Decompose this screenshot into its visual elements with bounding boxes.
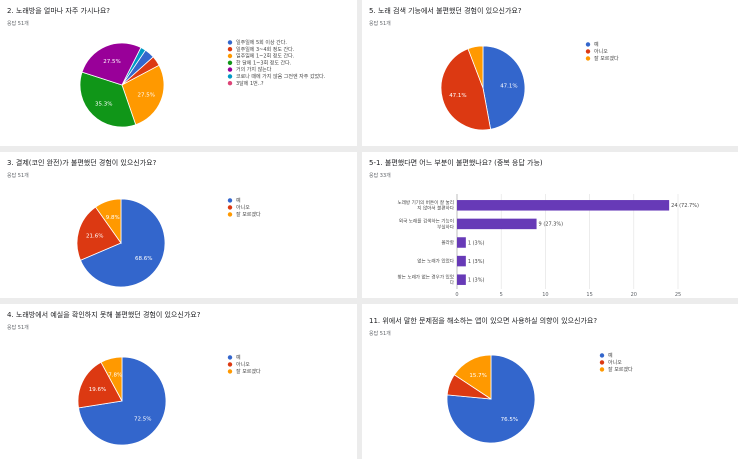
category-label: 다	[450, 279, 455, 286]
legend-swatch	[227, 53, 233, 59]
slice-label: 9.8%	[106, 215, 120, 221]
slice-label: 68.6%	[135, 256, 152, 262]
category-label: 찾는 노래가 없는 경우가 있었	[397, 274, 454, 281]
bar-value-label: 1 (3%)	[468, 278, 485, 284]
x-tick-label: 20	[631, 292, 637, 298]
legend-swatch	[227, 362, 233, 367]
bar-5	[457, 274, 466, 285]
legend-label: 예	[608, 352, 613, 359]
pie-chart: 68.6% 21.6% 9.8% 예아니오잘 모르겠다	[76, 197, 261, 288]
slice-label: 47.1%	[500, 84, 517, 90]
legend-swatch	[227, 212, 233, 217]
legend-label: 거의 가지 않는다	[236, 66, 272, 73]
legend-swatch	[227, 40, 233, 45]
legend-label: 아니오	[608, 359, 622, 366]
bar-value-label: 9 (27.3%)	[539, 222, 564, 228]
category-label: 부실하다	[437, 223, 455, 230]
legend-label: 한 달에 1~3회 정도 간다.	[236, 59, 292, 66]
x-tick-label: 0	[455, 292, 458, 298]
legend-label: 예	[236, 354, 241, 361]
slice-label: 35.3%	[95, 102, 112, 108]
chart-card-q3: 3. 결제(코인 완전)가 불편했던 경험이 있으신가요? 응답 51개 68.…	[0, 152, 357, 298]
chart-card-q2: 2. 노래방을 얼마나 자주 가시나요? 응답 51개 27.5% 35.3% 27…	[0, 0, 357, 146]
legend-label: 3달에 1번..?	[236, 80, 264, 87]
legend-label: 예	[236, 197, 241, 204]
legend-label: 아니오	[594, 48, 608, 55]
x-tick-label: 10	[542, 292, 548, 298]
legend-label: 예	[594, 41, 599, 48]
category-label: 외국 노래를 검색하는 기능이	[399, 218, 454, 225]
slice-label: 21.6%	[86, 234, 103, 240]
category-label: 없는 노래가 있었다	[417, 258, 455, 265]
slice-label: 27.5%	[137, 93, 154, 99]
chart-card-q5-1: 5-1. 불편했다면 어느 부분이 불편했나요? (중복 응답 가능) 응답 3…	[362, 152, 738, 298]
pie-chart: 76.5% 15.7% 예아니오잘 모르겠다	[446, 352, 633, 444]
bar-2	[457, 218, 537, 230]
bar-chart: 0 5 10 15 20 25 24 (72.7%) 노래방 기기의 버튼이 잘 눌리지 않아…	[397, 194, 699, 298]
legend-swatch	[599, 353, 605, 358]
legend-swatch	[585, 49, 591, 54]
chart-card-q11: 11. 위에서 말한 문제점을 해소하는 앱이 있으면 사용하실 의향이 있으신…	[362, 304, 738, 459]
bar-4	[457, 255, 466, 267]
slice-label: 15.7%	[469, 373, 486, 379]
legend-swatch	[227, 60, 233, 65]
legend-swatch	[227, 355, 233, 360]
bar-3	[457, 237, 466, 248]
legend-label: 일주일에 1~2회 정도 간다.	[236, 53, 295, 60]
chart-card-q5: 5. 노래 검색 기능에서 불편했던 경험이 있으신가요? 응답 51개 47.…	[362, 0, 738, 146]
legend-label: 일주일에 3~4회 정도 간다.	[236, 46, 295, 53]
slice-label: 7.8%	[108, 373, 122, 379]
chart-card-q4: 4. 노래방에서 예실을 확인하지 못해 불편했던 경험이 있으신가요? 응답 …	[0, 304, 357, 459]
legend-label: 잘 모르겠다	[594, 55, 619, 62]
bar-1	[457, 200, 670, 211]
pie-chart: 72.5% 19.6% 7.8% 예아니오잘 모르겠다	[77, 354, 261, 446]
pie-chart: 47.1% 47.1% 예아니오잘 모르겠다	[440, 41, 619, 131]
bar-value-label: 24 (72.7%)	[671, 203, 699, 209]
legend-swatch	[599, 360, 605, 365]
legend-label: 아니오	[236, 204, 250, 211]
category-label: 노래방 기기의 버튼이 잘 눌리	[397, 199, 454, 206]
legend-swatch	[227, 67, 233, 72]
legend-label: 일주일에 5회 이상 간다.	[236, 39, 287, 46]
x-tick-label: 15	[586, 292, 592, 298]
legend-label: 잘 모르겠다	[236, 211, 261, 218]
x-tick-label: 25	[675, 292, 681, 298]
pie-chart: 27.5% 35.3% 27.5% 일주일에 5회 이상 간다.일주일에 3~4회 정…	[79, 39, 326, 128]
bar-value-label: 1 (3%)	[468, 240, 485, 246]
legend-label: 코로나 때에 가지 않음 그전엔 자주 갔었다.	[236, 73, 326, 80]
legend-swatch	[585, 42, 591, 47]
slice-label: 27.5%	[103, 59, 120, 65]
legend-swatch	[227, 47, 233, 52]
category-label: 지 않아서 불편하다	[417, 205, 455, 212]
x-tick-label: 5	[500, 292, 503, 298]
legend-label: 잘 모르겠다	[236, 368, 261, 375]
slice-label: 47.1%	[449, 93, 466, 99]
legend-swatch	[227, 205, 233, 210]
slice-label: 76.5%	[501, 417, 518, 423]
slice-label: 72.5%	[134, 417, 151, 423]
legend-swatch	[585, 56, 591, 61]
legend-label: 아니오	[236, 361, 250, 368]
legend-swatch	[599, 367, 605, 372]
bar-value-label: 1 (3%)	[468, 259, 485, 265]
legend-swatch	[227, 198, 233, 203]
legend-swatch	[227, 74, 233, 79]
legend-swatch	[227, 369, 233, 374]
slice-label: 19.6%	[89, 387, 106, 393]
legend-swatch	[227, 81, 233, 86]
legend-label: 잘 모르겠다	[608, 366, 633, 373]
category-label: 몰라할	[441, 239, 454, 246]
